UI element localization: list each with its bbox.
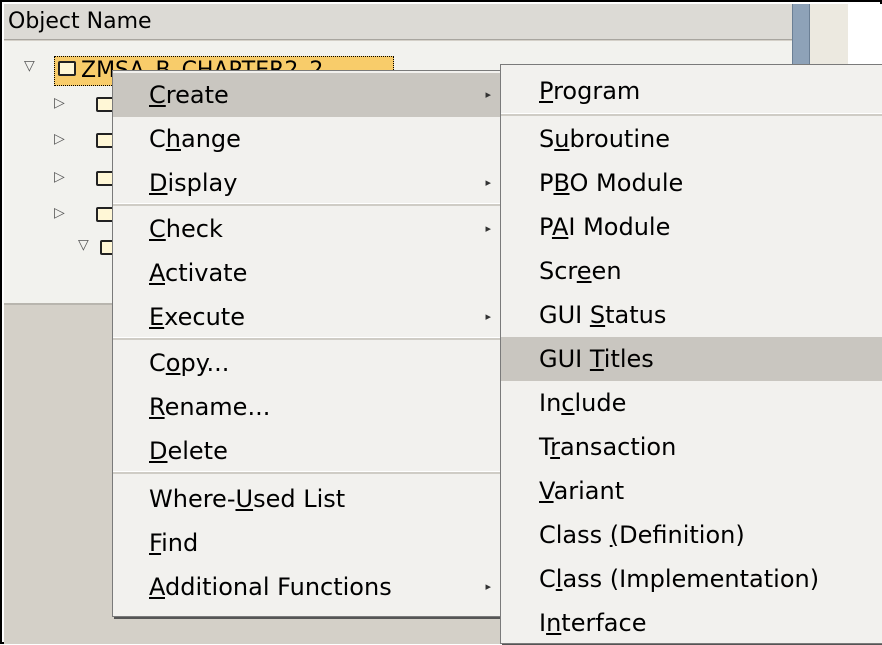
collapse-triangle-icon[interactable]: ▽ xyxy=(24,58,35,74)
menu-item-copy[interactable]: Copy... xyxy=(113,341,501,385)
menu-item-create[interactable]: Create ▸ xyxy=(113,73,501,117)
submenu-item-gui-titles[interactable]: GUI Titles xyxy=(501,337,882,381)
column-header-object-name[interactable]: Object Name xyxy=(4,4,792,40)
menu-item-execute[interactable]: Execute ▸ xyxy=(113,295,501,339)
submenu-item-pai-module[interactable]: PAI Module xyxy=(501,205,882,249)
menu-separator xyxy=(113,203,501,206)
expand-triangle-icon[interactable]: ▷ xyxy=(54,169,65,185)
context-menu: Create ▸ Change Display ▸ Check ▸ Activa… xyxy=(112,70,502,617)
collapse-triangle-icon[interactable]: ▽ xyxy=(78,237,89,253)
create-submenu: Program Subroutine PBO Module PAI Module… xyxy=(500,64,882,644)
submenu-item-pbo-module[interactable]: PBO Module xyxy=(501,161,882,205)
submenu-item-class-definition[interactable]: Class (Definition) xyxy=(501,513,882,557)
submenu-item-subroutine[interactable]: Subroutine xyxy=(501,117,882,161)
submenu-arrow-icon: ▸ xyxy=(485,580,491,593)
submenu-item-variant[interactable]: Variant xyxy=(501,469,882,513)
submenu-arrow-icon: ▸ xyxy=(485,310,491,323)
submenu-item-screen[interactable]: Screen xyxy=(501,249,882,293)
window-frame: Object Name ZMSA_B_CHAPTER2_2 ▽ ▷ ▷ ▷ ▷ … xyxy=(0,0,882,644)
submenu-item-interface[interactable]: Interface xyxy=(501,601,882,645)
menu-item-change[interactable]: Change xyxy=(113,117,501,161)
menu-separator xyxy=(501,113,882,116)
submenu-item-transaction[interactable]: Transaction xyxy=(501,425,882,469)
menu-item-activate[interactable]: Activate xyxy=(113,251,501,295)
menu-item-display[interactable]: Display ▸ xyxy=(113,161,501,205)
folder-open-icon xyxy=(58,61,76,76)
submenu-arrow-icon: ▸ xyxy=(485,88,491,101)
menu-item-additional-functions[interactable]: Additional Functions ▸ xyxy=(113,565,501,609)
submenu-item-program[interactable]: Program xyxy=(501,69,882,113)
submenu-item-class-implementation[interactable]: Class (Implementation) xyxy=(501,557,882,601)
submenu-item-gui-status[interactable]: GUI Status xyxy=(501,293,882,337)
menu-separator xyxy=(113,471,501,474)
menu-item-find[interactable]: Find xyxy=(113,521,501,565)
menu-item-rename[interactable]: Rename... xyxy=(113,385,501,429)
expand-triangle-icon[interactable]: ▷ xyxy=(54,131,65,147)
menu-item-where-used-list[interactable]: Where-Used List xyxy=(113,477,501,521)
expand-triangle-icon[interactable]: ▷ xyxy=(54,95,65,111)
menu-item-delete[interactable]: Delete xyxy=(113,429,501,473)
submenu-arrow-icon: ▸ xyxy=(485,222,491,235)
submenu-arrow-icon: ▸ xyxy=(485,176,491,189)
menu-separator xyxy=(113,337,501,340)
expand-triangle-icon[interactable]: ▷ xyxy=(54,205,65,221)
menu-item-check[interactable]: Check ▸ xyxy=(113,207,501,251)
submenu-item-include[interactable]: Include xyxy=(501,381,882,425)
